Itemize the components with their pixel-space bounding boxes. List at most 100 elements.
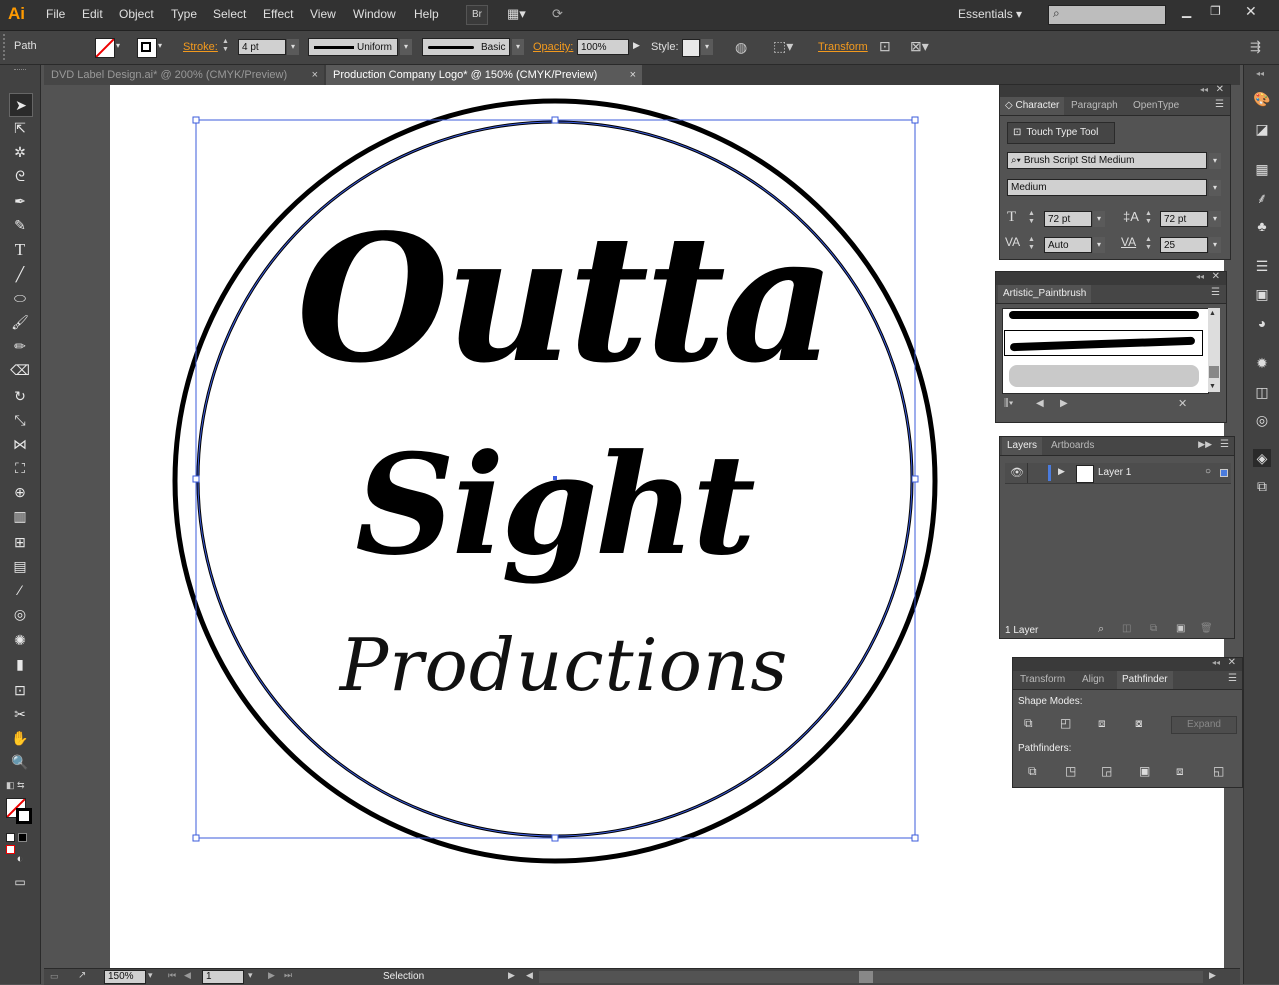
help-search-input[interactable]: ⌕ (1048, 5, 1166, 25)
tracking-stepper[interactable]: ▲ ▼ (1145, 236, 1152, 252)
last-artboard-icon[interactable]: ⏭ (284, 970, 292, 981)
magic-wand-icon[interactable]: ✲ (9, 141, 31, 163)
merge-icon[interactable]: ◲ (1101, 764, 1112, 778)
tab-opentype[interactable]: OpenType (1128, 97, 1184, 115)
leading-field[interactable]: 72 pt (1160, 211, 1208, 227)
artboard-number-field[interactable]: 1 (202, 970, 244, 984)
minimize-icon[interactable]: ▁ (1182, 4, 1191, 18)
tools-grip[interactable] (14, 69, 26, 74)
menu-help[interactable]: Help (414, 7, 439, 21)
variable-width-profile[interactable]: Uniform (308, 38, 398, 56)
collapse-icon[interactable]: ◂◂ (1200, 85, 1208, 94)
zoom-tool-icon[interactable]: 🔍 (9, 751, 31, 773)
locate-object-icon[interactable]: ⌕ (1098, 623, 1104, 636)
style-dropdown[interactable]: ▾ (701, 39, 713, 55)
horizontal-scroll-thumb[interactable] (859, 971, 873, 983)
brush-dropdown[interactable]: ▾ (512, 39, 524, 55)
menu-type[interactable]: Type (171, 7, 197, 21)
graph-tool-icon[interactable]: ▥ (9, 505, 31, 527)
font-size-field[interactable]: 72 pt (1044, 211, 1092, 227)
status-tool-label[interactable]: Selection (383, 971, 424, 982)
gradient-mode-icon[interactable] (18, 833, 28, 842)
unite-icon[interactable]: ⧉ (1024, 716, 1033, 731)
stroke-weight-dropdown[interactable]: ▾ (287, 39, 299, 55)
panel-menu-icon[interactable]: ☰ (1228, 673, 1237, 684)
opacity-label[interactable]: Opacity: (533, 41, 573, 53)
next-library-icon[interactable]: ▶ (1060, 398, 1068, 409)
tab-align[interactable]: Align (1077, 671, 1109, 689)
expand-layer-icon[interactable]: ▶ (1058, 466, 1065, 477)
bridge-button[interactable]: Br (466, 5, 488, 25)
selection-tool-icon[interactable]: ➤ (9, 93, 33, 117)
font-style-dropdown[interactable]: ▾ (1209, 180, 1221, 196)
brush-definition[interactable]: Basic (422, 38, 510, 56)
graphic-style-swatch[interactable] (682, 39, 700, 57)
swatches-icon[interactable]: ▦ (1253, 160, 1271, 178)
ellipse-tool-icon[interactable]: ⬭ (9, 287, 31, 309)
graphic-styles-icon[interactable]: ◫ (1253, 383, 1271, 401)
brush-stroke-2-selected[interactable] (1004, 330, 1203, 356)
eraser-icon[interactable]: ⌫ (9, 359, 31, 381)
stroke-label[interactable]: Stroke: (183, 41, 218, 53)
paintbrush-icon[interactable]: 🖌 (9, 311, 31, 333)
eyedropper-icon[interactable]: ⁄ (9, 579, 31, 601)
screen-mode-icon[interactable]: ▭ (9, 871, 31, 893)
drawing-mode-icon[interactable]: ◐ (9, 848, 31, 870)
horizontal-scrollbar[interactable] (539, 971, 1203, 983)
close-panel-icon[interactable]: ✕ (1212, 271, 1220, 282)
color-icon[interactable]: ◪ (1253, 120, 1271, 138)
tab-transform[interactable]: Transform (1015, 671, 1070, 689)
tab-pathfinder[interactable]: Pathfinder (1117, 671, 1173, 689)
scroll-up-icon[interactable]: ▲ (1209, 310, 1216, 317)
zoom-field[interactable]: 150% (104, 970, 146, 984)
opacity-field[interactable]: 100% (577, 39, 629, 55)
scroll-thumb[interactable] (1209, 366, 1219, 378)
touch-type-tool-button[interactable]: ⊡ Touch Type Tool (1007, 122, 1115, 144)
pen-tool-icon[interactable]: ✒ (9, 190, 31, 212)
gpu-performance-icon[interactable]: ⟳ (552, 6, 572, 22)
symbol-sprayer-icon[interactable]: ✺ (9, 629, 31, 651)
tracking-field[interactable]: 25 (1160, 237, 1208, 253)
grip-handle[interactable] (3, 34, 9, 60)
curvature-tool-icon[interactable]: ✎ (9, 214, 31, 236)
panel-menu-icon[interactable]: ☰ (1211, 287, 1220, 298)
logo-text-sight[interactable]: Sight (344, 430, 764, 590)
scale-tool-icon[interactable]: ⤡ (9, 409, 31, 431)
first-artboard-icon[interactable]: ⏮ (168, 970, 176, 981)
brush-list-scrollbar[interactable]: ▲ ▼ (1208, 308, 1220, 392)
divide-icon[interactable]: ⧉ (1028, 764, 1037, 779)
gpu-icon[interactable]: ▭ (50, 971, 59, 982)
fill-dropdown-arrow[interactable]: ▾ (116, 41, 120, 50)
collapse-icon[interactable]: ◂◂ (1196, 272, 1204, 281)
expand-button[interactable]: Expand (1171, 716, 1237, 734)
artboards-icon[interactable]: ⧉ (1253, 477, 1271, 495)
mesh-tool-icon[interactable]: ⊞ (9, 531, 31, 553)
lasso-icon[interactable]: ᘓ (9, 165, 31, 187)
brushes-icon[interactable]: ⸙ (1253, 189, 1271, 207)
leading-dropdown[interactable]: ▾ (1209, 211, 1221, 227)
panel-menu-icon[interactable]: ☰ (1220, 439, 1229, 450)
slice-tool-icon[interactable]: ✂ (9, 703, 31, 725)
artboard-dropdown[interactable]: ▾ (248, 970, 253, 981)
font-style-field[interactable]: Medium (1007, 179, 1207, 196)
stroke-stepper[interactable]: ▲ ▼ (222, 38, 236, 56)
selection-indicator[interactable] (1220, 469, 1228, 477)
scroll-right-icon[interactable]: ▶ (1209, 970, 1216, 981)
tab-character[interactable]: ◇ Character (1000, 97, 1065, 115)
menu-select[interactable]: Select (213, 7, 246, 21)
remove-brush-stroke-icon[interactable]: ✕ (1178, 397, 1187, 410)
menu-edit[interactable]: Edit (82, 7, 103, 21)
blend-tool-icon[interactable]: ◎ (9, 603, 31, 625)
previous-artboard-icon[interactable]: ◀ (184, 970, 191, 981)
logo-text-outta[interactable]: Outta (274, 200, 854, 430)
stroke-dropdown-arrow[interactable]: ▾ (158, 41, 162, 50)
brush-library-menu-icon[interactable]: ⫼▾ (1004, 398, 1013, 409)
stroke-indicator[interactable] (16, 808, 32, 824)
create-sublayer-icon[interactable]: ⧉ (1150, 623, 1157, 634)
font-size-stepper[interactable]: ▲ ▼ (1028, 210, 1035, 226)
layers-icon[interactable]: ◈ (1253, 449, 1271, 467)
shape-builder-icon[interactable]: ⊕ (9, 481, 31, 503)
profile-dropdown[interactable]: ▾ (400, 39, 412, 55)
recolor-artwork-icon[interactable]: ◍ (735, 39, 747, 56)
crop-icon[interactable]: ▣ (1139, 764, 1150, 778)
